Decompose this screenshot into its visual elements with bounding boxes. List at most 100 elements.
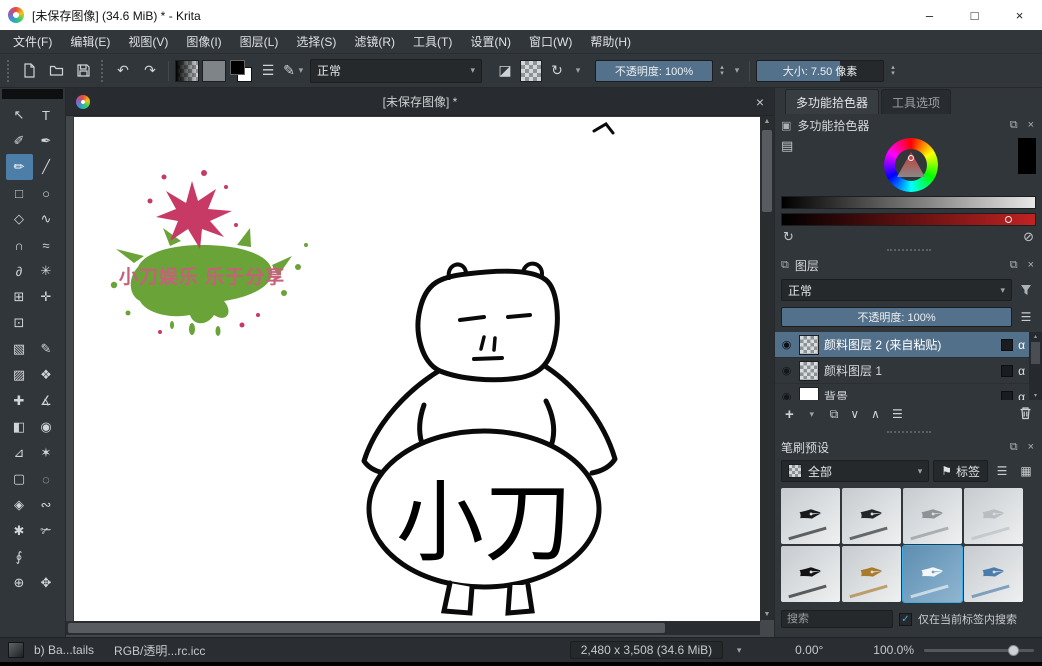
bezier-select-tool[interactable]: ✃ [33,518,60,544]
float-docker-icon[interactable]: ⧉ [1008,441,1020,454]
brush-size-slider[interactable]: 大小: 7.50 像素 [756,60,884,82]
layer-options-button[interactable]: ☰ [1016,307,1036,327]
fill-tool[interactable]: ◧ [6,414,33,440]
layer-alpha-icon[interactable]: α [1018,338,1025,352]
zoom-tool[interactable]: ⊕ [6,570,33,596]
layer-visibility-eye-icon[interactable]: ◉ [779,390,794,400]
tab-tool-options[interactable]: 工具选项 [881,89,951,114]
pattern-edit-tool[interactable]: ▨ [6,362,33,388]
toolbox-spacer[interactable] [33,310,60,336]
layer-scroll-thumb[interactable] [1031,342,1040,364]
layer-lock-icon[interactable] [1001,391,1013,401]
scroll-up-icon[interactable]: ▴ [1029,333,1042,340]
vertical-scroll-thumb[interactable] [762,130,772,212]
menu-item[interactable]: 工具(T) [404,30,461,53]
no-color-icon[interactable]: ⊘ [1023,229,1034,245]
foreground-color-swatch[interactable] [230,60,245,75]
canvas-page[interactable]: 小刀娱乐 乐于分享 [74,117,760,621]
menu-item[interactable]: 视图(V) [119,30,177,53]
layer-alpha-icon[interactable]: α [1018,364,1025,378]
menu-item[interactable]: 选择(S) [287,30,345,53]
brush-search-input[interactable] [781,610,893,628]
layer-blend-select[interactable]: 正常 ▾ [781,279,1012,301]
workspace-chooser-button[interactable]: ☰ [256,59,280,83]
line-tool[interactable]: ╱ [33,154,60,180]
scroll-down-icon[interactable]: ▾ [1029,392,1042,399]
close-docker-icon[interactable]: × [1026,441,1036,453]
brush-preset[interactable]: ✒ [903,488,962,544]
color-sampler-tool[interactable]: ✎ [33,336,60,362]
crop-tool[interactable]: ⊡ [6,310,33,336]
menu-item[interactable]: 编辑(E) [61,30,119,53]
scroll-down-icon[interactable]: ▼ [760,611,774,618]
toolbar-drag-handle[interactable] [7,60,11,82]
docker-splitter[interactable] [775,428,1042,436]
brush-preset[interactable]: ✒ [842,488,901,544]
text-tool[interactable]: T [33,102,60,128]
brush-preset[interactable]: ✒ [781,488,840,544]
chevron-down-icon[interactable]: ▾ [572,65,584,76]
gradient-tool[interactable]: ▧ [6,336,33,362]
tab-advanced-color-selector[interactable]: 多功能拾色器 [785,89,879,114]
freehand-brush-tool[interactable]: ✏ [6,154,33,180]
tag-button[interactable]: ⚑ 标签 [933,460,988,482]
selector-shape-icon[interactable]: ▤ [781,138,803,192]
undo-button[interactable]: ↶ [111,59,135,83]
freehand-select-tool[interactable]: ∾ [33,492,60,518]
image-size-caret-icon[interactable]: ▾ [733,645,745,656]
smart-patch-tool[interactable]: ✚ [6,388,33,414]
menu-item[interactable]: 帮助(H) [581,30,640,53]
pattern-swatch[interactable] [202,60,226,82]
docker-splitter[interactable] [775,246,1042,254]
dynamic-brush-tool[interactable]: ∂ [6,258,33,284]
menu-item[interactable]: 窗口(W) [520,30,581,53]
edit-shapes-tool[interactable]: ✐ [6,128,33,154]
bezier-curve-tool[interactable]: ∩ [6,232,33,258]
menu-item[interactable]: 文件(F) [4,30,61,53]
calligraphy-tool[interactable]: ✒ [33,128,60,154]
layer-opacity-slider[interactable]: 不透明度: 100% [781,307,1012,327]
save-button[interactable] [71,59,95,83]
menu-item[interactable]: 设置(N) [461,30,520,53]
brush-preset[interactable]: ✒ [903,546,962,602]
open-document-button[interactable] [44,59,68,83]
float-docker-icon[interactable]: ⧉ [1008,259,1020,272]
magnetic-select-tool[interactable]: ∮ [6,544,33,570]
colorize-mask-tool[interactable]: ❖ [33,362,60,388]
maximize-button[interactable]: □ [952,0,997,30]
brush-preset[interactable]: ✒ [964,488,1023,544]
document-close-icon[interactable]: × [756,94,764,110]
assistants-tool[interactable]: ⊿ [6,440,33,466]
brush-view-mode-button[interactable]: ▦ [1016,461,1036,481]
similar-select-tool[interactable]: ✱ [6,518,33,544]
brush-preset[interactable]: ✒ [842,546,901,602]
layer-thumbnail[interactable] [799,335,819,355]
horizontal-scroll-thumb[interactable] [68,623,665,633]
move-layer-up-button[interactable]: ∧ [871,407,880,421]
spin-down-icon[interactable]: ▾ [716,71,728,77]
menu-item[interactable]: 图像(I) [177,30,230,53]
current-brush-chip[interactable] [8,642,24,658]
opacity-slider[interactable]: 不透明度: 100% [595,60,713,82]
polygon-tool[interactable]: ◇ [6,206,33,232]
brush-tag-filter-select[interactable]: 全部 ▾ [781,460,929,482]
zoom-slider-knob[interactable] [1008,645,1019,656]
enclose-fill-tool[interactable]: ◉ [33,414,60,440]
brush-preset[interactable]: ✒ [781,546,840,602]
polyline-tool[interactable]: ∿ [33,206,60,232]
pan-tool[interactable]: ✥ [33,570,60,596]
gradient-swatch[interactable] [175,60,199,82]
minimize-button[interactable]: – [907,0,952,30]
document-tab-bar[interactable]: [未保存图像] * × [66,88,774,116]
rect-select-tool[interactable]: ▢ [6,466,33,492]
current-color-swatch[interactable] [1018,138,1036,174]
menu-item[interactable]: 滤镜(R) [345,30,404,53]
polygon-select-tool[interactable]: ◈ [6,492,33,518]
transform-tool[interactable]: ⊞ [6,284,33,310]
layer-thumbnail[interactable] [799,387,819,401]
layer-thumbnail[interactable] [799,361,819,381]
add-layer-caret-icon[interactable]: ▾ [806,409,818,420]
float-docker-icon[interactable]: ⧉ [1008,119,1020,132]
refresh-icon[interactable]: ↻ [783,229,794,245]
brush-editor-button[interactable]: ✎ ▾ [283,59,307,83]
